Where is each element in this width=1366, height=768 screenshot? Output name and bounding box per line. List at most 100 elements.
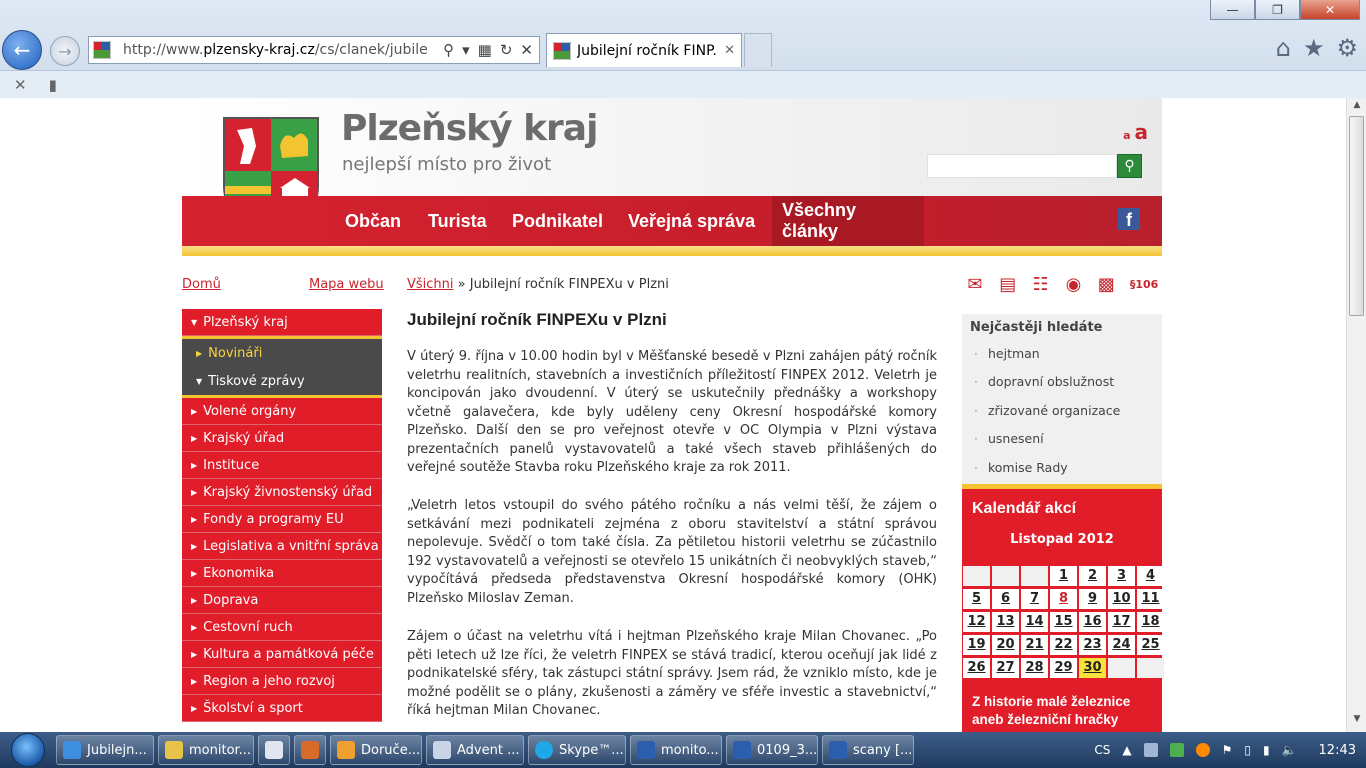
address-bar[interactable]: http://www.plzensky-kraj.cz/cs/clanek/ju… <box>88 36 540 64</box>
tray-app-icon[interactable] <box>1143 743 1158 757</box>
site-title[interactable]: Plzeňský kraj <box>341 108 598 149</box>
taskbar-advent[interactable]: Advent ... <box>426 735 524 765</box>
calendar-day[interactable]: 27 <box>992 658 1019 678</box>
calendar-day[interactable]: 15 <box>1050 612 1077 632</box>
calendar-day[interactable]: 26 <box>963 658 990 678</box>
calendar-day[interactable]: 7 <box>1021 589 1048 609</box>
menu-item-verejna-sprava[interactable]: Veřejná správa <box>618 196 765 246</box>
forward-button[interactable]: → <box>50 36 80 66</box>
calendar-day[interactable]: 10 <box>1108 589 1135 609</box>
taskbar-word-1[interactable]: monito... <box>630 735 722 765</box>
calendar-day[interactable]: 1 <box>1050 566 1077 586</box>
popular-link[interactable]: usnesení <box>962 425 1162 454</box>
menu-item-podnikatel[interactable]: Podnikatel <box>502 196 613 246</box>
calendar-day[interactable]: 2 <box>1079 566 1106 586</box>
calendar-day[interactable]: 24 <box>1108 635 1135 655</box>
close-bar-icon[interactable]: ✕ <box>14 76 27 94</box>
popular-link[interactable]: komise Rady <box>962 453 1162 482</box>
font-small-button[interactable]: a <box>1123 129 1130 142</box>
taskbar-folder[interactable]: monitor... <box>158 735 254 765</box>
language-indicator[interactable]: CS <box>1094 743 1110 757</box>
calendar-day[interactable]: 20 <box>992 635 1019 655</box>
calendar-day[interactable]: 11 <box>1137 589 1164 609</box>
popular-link[interactable]: zřizované organizace <box>962 396 1162 425</box>
calendar-day[interactable]: 30 <box>1079 658 1106 678</box>
compatibility-icon[interactable]: ▦ <box>478 41 492 59</box>
nav-item-plzensky-kraj[interactable]: ▼ Plzeňský kraj <box>182 309 382 336</box>
calendar-day[interactable]: 13 <box>992 612 1019 632</box>
minimize-button[interactable]: — <box>1210 0 1255 20</box>
calendar-day[interactable]: 23 <box>1079 635 1106 655</box>
close-window-button[interactable]: ✕ <box>1300 0 1360 20</box>
vertical-scrollbar[interactable]: ▲ ▼ <box>1346 98 1366 732</box>
menu-item-vsechny-clanky[interactable]: Všechny články <box>772 196 924 246</box>
home-icon[interactable]: ⌂ <box>1276 34 1291 62</box>
calendar-day[interactable]: 8 <box>1050 589 1077 609</box>
tab-close-icon[interactable]: ✕ <box>724 43 735 58</box>
tray-app-icon[interactable] <box>1195 743 1210 757</box>
search-button[interactable]: ⚲ <box>1117 154 1142 178</box>
back-button[interactable]: ← <box>2 30 42 70</box>
dropdown-icon[interactable]: ▾ <box>462 41 470 59</box>
nav-item-novinari[interactable]: ▶ Novináři <box>182 339 382 367</box>
font-large-button[interactable]: a <box>1135 120 1149 144</box>
nav-item[interactable]: ▶ Cestovní ruch <box>182 614 382 641</box>
taskbar-media[interactable] <box>258 735 290 765</box>
tray-expand-icon[interactable]: ▲ <box>1122 743 1131 757</box>
favorites-star-icon[interactable]: ★ <box>1303 34 1325 62</box>
nav-item[interactable]: ▶ Fondy a programy EU <box>182 506 382 533</box>
menu-item-turista[interactable]: Turista <box>418 196 497 246</box>
search-icon[interactable]: ⚲ <box>443 41 454 59</box>
new-tab-button[interactable] <box>744 33 772 67</box>
calendar-day[interactable]: 18 <box>1137 612 1164 632</box>
nav-item[interactable]: ▶ Krajský úřad <box>182 425 382 452</box>
tab-active[interactable]: Jubilejní ročník FINP... ✕ <box>546 33 742 67</box>
taskbar-paint[interactable] <box>294 735 326 765</box>
popular-link[interactable]: hejtman <box>962 339 1162 368</box>
calendar-day[interactable]: 25 <box>1137 635 1164 655</box>
calendar-day[interactable]: 29 <box>1050 658 1077 678</box>
taskbar-mail[interactable]: Doruče... <box>330 735 422 765</box>
network-signal-icon[interactable]: ▮ <box>1263 743 1270 757</box>
calendar-day[interactable]: 28 <box>1021 658 1048 678</box>
taskbar-ie[interactable]: Jubilejn... <box>56 735 154 765</box>
calendar-day[interactable]: 9 <box>1079 589 1106 609</box>
calendar-day[interactable]: 4 <box>1137 566 1164 586</box>
org-chart-icon[interactable]: ☷ <box>1028 274 1054 300</box>
mail-icon[interactable]: ✉ <box>962 274 988 300</box>
sitemap-link[interactable]: Mapa webu <box>309 277 384 292</box>
refresh-icon[interactable]: ↻ <box>500 41 513 59</box>
menu-item-obcan[interactable]: Občan <box>335 196 411 246</box>
nav-item[interactable]: ▶ Školství a sport <box>182 695 382 722</box>
calendar-day[interactable]: 21 <box>1021 635 1048 655</box>
calendar-day[interactable]: 12 <box>963 612 990 632</box>
calendar-day[interactable]: 6 <box>992 589 1019 609</box>
calendar-day[interactable]: 14 <box>1021 612 1048 632</box>
clock[interactable]: 12:43 <box>1319 743 1356 758</box>
settings-gear-icon[interactable]: ⚙ <box>1336 34 1358 62</box>
presentation-icon[interactable]: ▩ <box>1093 274 1119 300</box>
scroll-up-icon[interactable]: ▲ <box>1347 100 1366 116</box>
nav-item-tiskove-zpravy[interactable]: ▼ Tiskové zprávy <box>182 367 382 395</box>
scrollbar-thumb[interactable] <box>1349 116 1364 316</box>
scroll-down-icon[interactable]: ▼ <box>1347 714 1366 730</box>
nav-item[interactable]: ▶ Doprava <box>182 587 382 614</box>
calendar-day[interactable]: 17 <box>1108 612 1135 632</box>
calendar-day[interactable]: 16 <box>1079 612 1106 632</box>
nav-item[interactable]: ▶ Krajský živnostenský úřad <box>182 479 382 506</box>
taskbar-skype[interactable]: Skype™... <box>528 735 626 765</box>
tray-app-icon[interactable] <box>1169 743 1184 757</box>
nav-item[interactable]: ▶ Volené orgány <box>182 398 382 425</box>
url-text[interactable]: http://www.plzensky-kraj.cz/cs/clanek/ju… <box>123 42 443 58</box>
documents-icon[interactable]: ▤ <box>995 274 1021 300</box>
home-link[interactable]: Domů <box>182 277 221 292</box>
facebook-icon[interactable]: f <box>1118 208 1140 230</box>
site-search-input[interactable] <box>927 154 1117 178</box>
breadcrumb-link[interactable]: Všichni <box>407 277 454 292</box>
battery-icon[interactable]: ▯ <box>1244 743 1251 757</box>
law-badge-icon[interactable]: §106 <box>1126 274 1162 300</box>
start-button[interactable] <box>0 732 56 768</box>
taskbar-word-3[interactable]: scany [... <box>822 735 914 765</box>
nav-item[interactable]: ▶ Ekonomika <box>182 560 382 587</box>
nav-item[interactable]: ▶ Legislativa a vnitřní správa <box>182 533 382 560</box>
